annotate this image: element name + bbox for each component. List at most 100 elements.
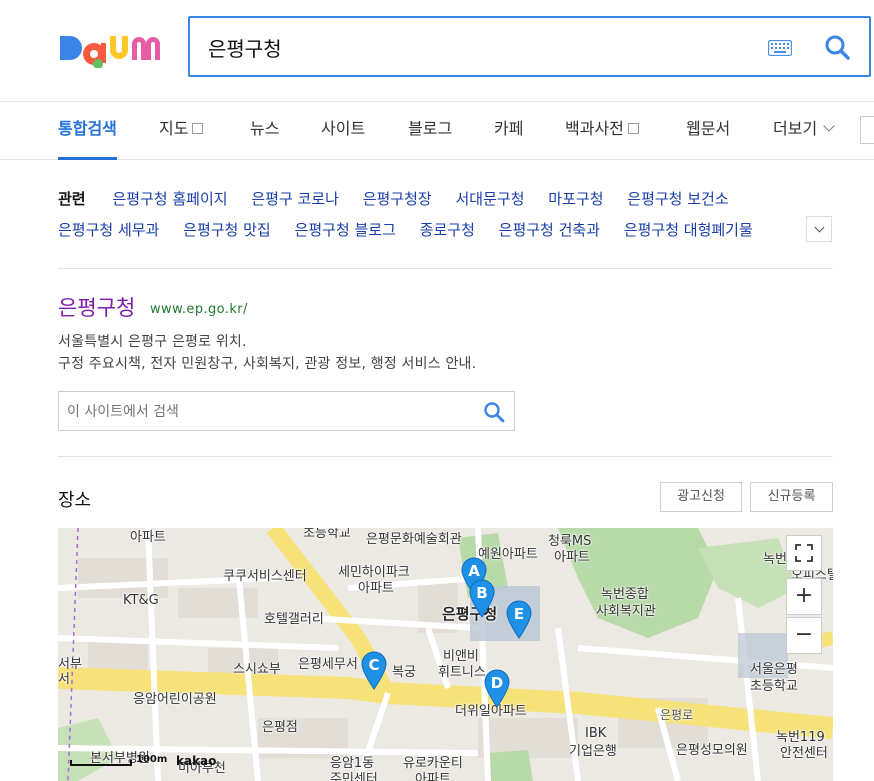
map-marker-b[interactable]: B	[468, 578, 496, 618]
map-label: 은평점	[262, 720, 298, 735]
related-link[interactable]: 은평구청 건축과	[499, 221, 600, 239]
map-label: 주민센터	[330, 772, 378, 781]
divider	[58, 268, 833, 269]
related-link[interactable]: 은평구청 맛집	[183, 221, 271, 239]
kakao-logo: kakao	[176, 754, 217, 768]
keyboard-icon[interactable]	[768, 40, 792, 56]
map-label: 아파트	[415, 772, 451, 781]
plus-icon: +	[794, 583, 814, 608]
related-expand-button[interactable]	[806, 216, 832, 242]
map-label: 휘트니스	[438, 665, 486, 680]
checkbox-icon[interactable]	[627, 123, 639, 134]
map-label: 은평세무서	[298, 657, 358, 672]
map-label: 은평성모의원	[676, 743, 748, 758]
map[interactable]: 아파트 초등학교 은평문화예술회관 청룩MS 예원아파트 아파트 쿠쿠서비스센터…	[58, 528, 833, 781]
related-link[interactable]: 마포구청	[548, 190, 603, 208]
map-label: 사회복지관	[596, 604, 656, 619]
marker-label: B	[476, 584, 488, 602]
site-url: www.ep.go.kr/	[150, 302, 248, 317]
related-link[interactable]: 은평구청 홈페이지	[112, 190, 227, 208]
search-icon[interactable]	[483, 401, 505, 423]
search-box	[188, 16, 871, 77]
site-search-box	[58, 391, 515, 431]
tab-label: 통합검색	[58, 119, 117, 138]
tab-integrated[interactable]: 통합검색	[58, 102, 117, 160]
related-row: 관련 은평구청 홈페이지 은평구 코로나 은평구청장 서대문구청 마포구청 은평…	[58, 186, 803, 217]
map-scale-label: 100m	[136, 754, 168, 765]
tab-news[interactable]: 뉴스	[250, 102, 279, 160]
map-fullscreen-button[interactable]	[786, 535, 822, 571]
related-link[interactable]: 서대문구청	[456, 190, 525, 208]
map-label: 녹번	[763, 552, 787, 567]
related-link[interactable]: 은평구청 블로그	[295, 221, 396, 239]
new-register-button[interactable]: 신규등록	[750, 482, 833, 512]
map-zoom-out-button[interactable]: −	[786, 617, 822, 654]
map-label: 호텔갤러리	[264, 612, 324, 627]
tab-more[interactable]: 더보기	[773, 102, 835, 160]
search-icon[interactable]	[824, 34, 850, 60]
map-scale-bar	[70, 760, 132, 766]
map-label: 복궁	[392, 665, 416, 680]
map-label: 은평로	[660, 708, 694, 722]
site-description: 구정 주요시책, 전자 민원창구, 사회복지, 관광 정보, 행정 서비스 안내…	[58, 356, 477, 372]
related-heading: 관련	[58, 190, 86, 208]
fullscreen-icon	[795, 544, 813, 562]
map-marker-c[interactable]: C	[360, 650, 388, 690]
daum-logo[interactable]	[58, 28, 166, 68]
related-link[interactable]: 종로구청	[420, 221, 475, 239]
map-label: 안전센터	[780, 746, 828, 761]
map-label: 초등학교	[750, 679, 798, 694]
chevron-down-icon	[823, 120, 835, 132]
tab-label: 더보기	[773, 119, 818, 138]
map-label: 아파트	[358, 581, 394, 596]
minus-icon: −	[794, 622, 814, 647]
map-zoom-in-button[interactable]: +	[786, 578, 822, 615]
map-label: KT&G	[123, 593, 159, 608]
divider	[58, 456, 833, 457]
site-search-input[interactable]	[67, 400, 467, 424]
tab-label: 뉴스	[250, 119, 280, 138]
map-label: 응암어린이공원	[133, 692, 217, 707]
marker-label: E	[513, 605, 525, 623]
tab-label: 블로그	[408, 119, 453, 138]
site-title-link[interactable]: 은평구청	[58, 292, 135, 322]
map-label: 아파트	[554, 550, 590, 565]
ad-request-button[interactable]: 광고신청	[660, 482, 742, 512]
marker-label: D	[490, 674, 504, 692]
map-label: 서	[58, 672, 70, 687]
header	[0, 0, 874, 102]
tab-webdoc[interactable]: 웹문서	[686, 102, 730, 160]
tab-label: 백과사전	[565, 119, 624, 138]
related-link[interactable]: 은평구청장	[363, 190, 432, 208]
tab-encyclopedia[interactable]: 백과사전	[565, 102, 639, 160]
site-description: 서울특별시 은평구 은평로 위치.	[58, 334, 247, 350]
related-link[interactable]: 은평구 코로나	[251, 190, 339, 208]
tab-cafe[interactable]: 카페	[494, 102, 523, 160]
tab-label: 지도	[159, 119, 189, 138]
chevron-down-icon	[814, 222, 825, 233]
tab-map[interactable]: 지도	[159, 102, 204, 160]
map-marker-e[interactable]: E	[505, 599, 533, 639]
related-searches: 관련 은평구청 홈페이지 은평구 코로나 은평구청장 서대문구청 마포구청 은평…	[58, 186, 838, 248]
map-label: 초등학교	[303, 528, 351, 541]
tab-site[interactable]: 사이트	[321, 102, 365, 160]
related-row: 은평구청 세무과 은평구청 맛집 은평구청 블로그 종로구청 은평구청 건축과 …	[58, 217, 803, 248]
search-input[interactable]	[208, 30, 748, 64]
related-link[interactable]: 은평구청 세무과	[58, 221, 159, 239]
map-label: 쿠쿠서비스센터	[223, 569, 307, 584]
map-label: 은평문화예술회관	[366, 532, 462, 547]
checkbox-icon[interactable]	[192, 123, 204, 134]
map-label: IBK	[585, 726, 607, 741]
search-tabs: 통합검색 지도 뉴스 사이트 블로그 카페 백과사전 웹문서 더보기	[0, 102, 874, 160]
marker-label: C	[368, 656, 380, 674]
map-marker-d[interactable]: D	[483, 668, 511, 708]
tab-label: 카페	[494, 119, 524, 138]
tab-blog[interactable]: 블로그	[408, 102, 452, 160]
tab-label: 사이트	[321, 119, 366, 138]
tab-label: 웹문서	[686, 119, 731, 138]
tab-extra-button[interactable]	[860, 116, 874, 144]
map-label: 아파트	[130, 530, 166, 545]
related-link[interactable]: 은평구청 대형폐기물	[624, 221, 753, 239]
related-link[interactable]: 은평구청 보건소	[627, 190, 728, 208]
places-title: 장소	[58, 490, 92, 511]
